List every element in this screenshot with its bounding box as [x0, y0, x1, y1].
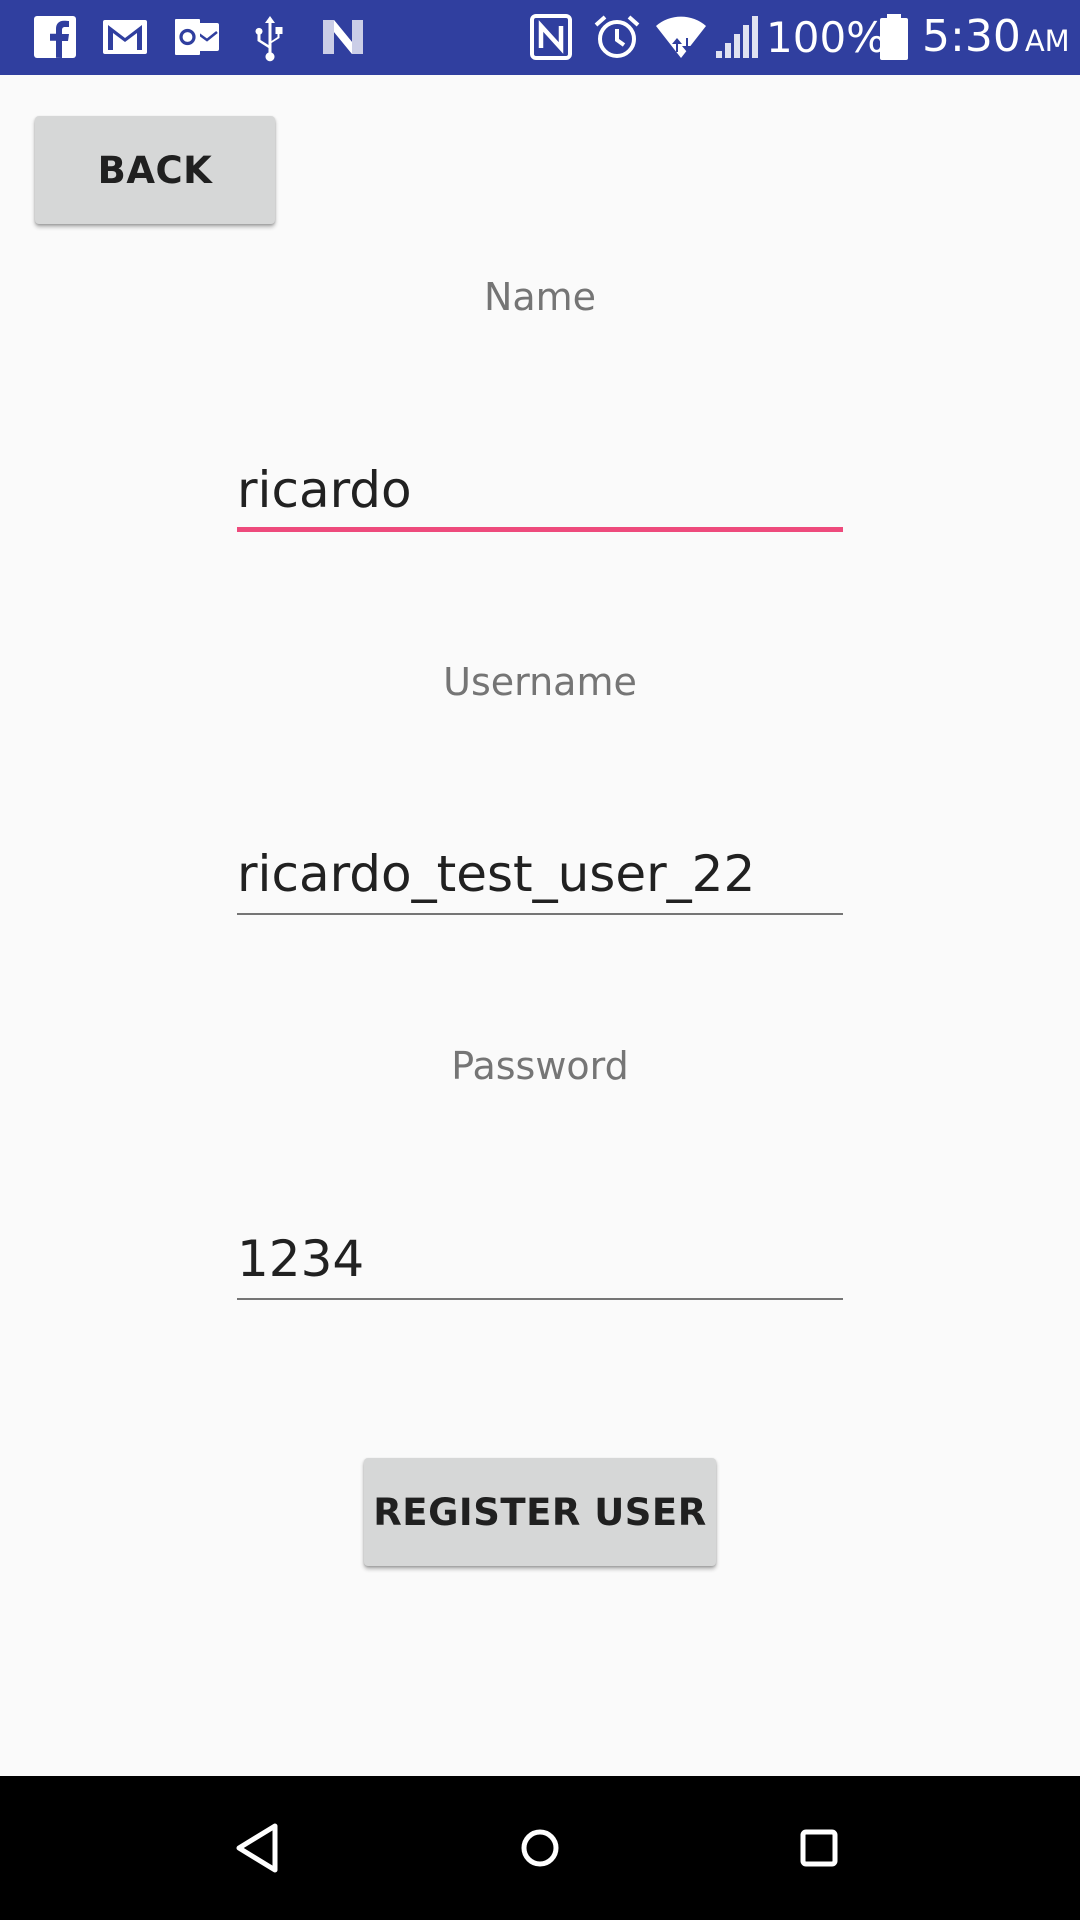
back-triangle-icon[interactable] [223, 1812, 295, 1884]
clock-time: 5:30 [922, 11, 1021, 62]
alarm-icon [592, 12, 642, 62]
facebook-icon [30, 12, 80, 62]
navigation-bar [0, 1776, 1080, 1920]
nfc-icon [526, 12, 576, 62]
battery-icon [876, 12, 912, 62]
gmail-icon [100, 12, 150, 62]
clock-ampm: AM [1024, 24, 1070, 58]
register-screen: 100% 5:30AM BACK Name Username Password … [0, 0, 1080, 1920]
password-label: Password [451, 1044, 629, 1088]
username-label: Username [443, 660, 637, 704]
name-field[interactable] [237, 452, 843, 532]
register-user-button[interactable]: REGISTER USER [364, 1458, 716, 1566]
status-bar: 100% 5:30 AM [0, 0, 1080, 75]
n-app-icon [318, 12, 368, 62]
username-field[interactable] [237, 835, 843, 915]
recents-square-icon[interactable] [783, 1812, 855, 1884]
usb-icon [245, 12, 295, 62]
signal-icon [710, 12, 760, 62]
status-clock: 5:30 AM [922, 11, 1070, 67]
battery-percent: 100% [766, 13, 887, 62]
back-button[interactable]: BACK [35, 116, 275, 224]
wifi-icon [656, 12, 706, 62]
outlook-icon [172, 12, 222, 62]
home-circle-icon[interactable] [504, 1812, 576, 1884]
password-field[interactable] [237, 1220, 843, 1300]
name-label: Name [483, 275, 597, 319]
